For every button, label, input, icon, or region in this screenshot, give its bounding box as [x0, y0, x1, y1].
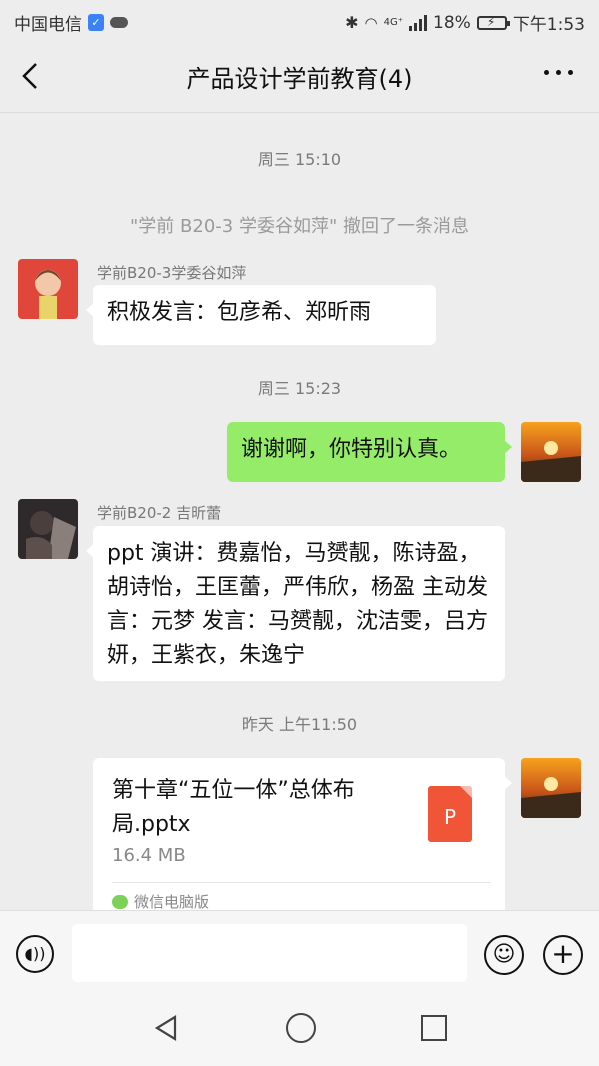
recall-notice: "学前 B20-3 学委谷如萍" 撤回了一条消息: [130, 216, 469, 237]
battery-percent: 18%: [433, 12, 471, 33]
sender-name: 学前B20-2 吉昕蕾: [97, 504, 222, 522]
cloud-icon: [110, 17, 128, 28]
file-source: 微信电脑版: [112, 891, 209, 910]
pptx-file-icon: P: [428, 786, 472, 842]
status-bar: 中国电信 ✓ ✱ ◠ 4G⁺ 18% ⚡ 下午1:53: [0, 0, 599, 40]
network-type: 4G⁺: [383, 17, 404, 28]
signal-icon: [409, 14, 428, 31]
file-source-label: 微信电脑版: [134, 893, 210, 910]
sender-name: 学前B20-3学委谷如萍: [97, 264, 247, 282]
file-message[interactable]: 第十章“五位一体”总体布局.pptx 16.4 MB P 微信电脑版: [93, 758, 512, 910]
timestamp: 周三 15:10: [257, 150, 342, 169]
timestamp: 周三 15:23: [257, 379, 342, 398]
file-name: 第十章“五位一体”总体布局.pptx: [112, 778, 355, 837]
message-input[interactable]: [72, 924, 467, 982]
clock: 下午1:53: [512, 15, 585, 35]
nav-back-icon[interactable]: [153, 1015, 179, 1041]
chat-area[interactable]: 周三 15:10 "学前 B20-3 学委谷如萍" 撤回了一条消息 学前B20-…: [0, 113, 599, 910]
own-avatar[interactable]: [521, 422, 581, 482]
emoji-icon[interactable]: ☺: [484, 935, 524, 975]
battery-icon: ⚡: [476, 15, 510, 30]
title-bar: 产品设计学前教育(4): [0, 40, 599, 113]
voice-input-icon[interactable]: ◖)): [16, 935, 54, 973]
nav-home-icon[interactable]: [286, 1013, 316, 1043]
own-message-bubble[interactable]: 谢谢啊，你特别认真。: [227, 422, 512, 482]
shield-icon: ✓: [88, 14, 104, 31]
divider: [112, 882, 491, 883]
nav-recent-apps-icon[interactable]: [421, 1015, 447, 1041]
file-size: 16.4 MB: [112, 845, 186, 866]
chat-title: 产品设计学前教育(4): [186, 65, 413, 93]
navigation-bar: [0, 995, 599, 1066]
carrier-label: 中国电信: [14, 15, 82, 35]
avatar[interactable]: [18, 259, 78, 319]
avatar[interactable]: [18, 499, 78, 559]
wifi-icon: ◠: [364, 13, 378, 32]
input-bar: ◖)) ☺ +: [0, 910, 599, 995]
more-options-icon[interactable]: [544, 70, 573, 75]
message-bubble[interactable]: ppt 演讲：费嘉怡，马赟靓，陈诗盈，胡诗怡，王匡蕾，严伟欣，杨盈 主动发言：元…: [86, 526, 505, 681]
message-bubble[interactable]: 积极发言：包彦希、郑昕雨: [86, 285, 436, 345]
wechat-icon: [112, 894, 128, 909]
own-avatar[interactable]: [521, 758, 581, 818]
plus-icon[interactable]: +: [543, 935, 583, 975]
timestamp: 昨天 上午11:50: [241, 715, 358, 734]
bluetooth-icon: ✱: [345, 13, 359, 32]
